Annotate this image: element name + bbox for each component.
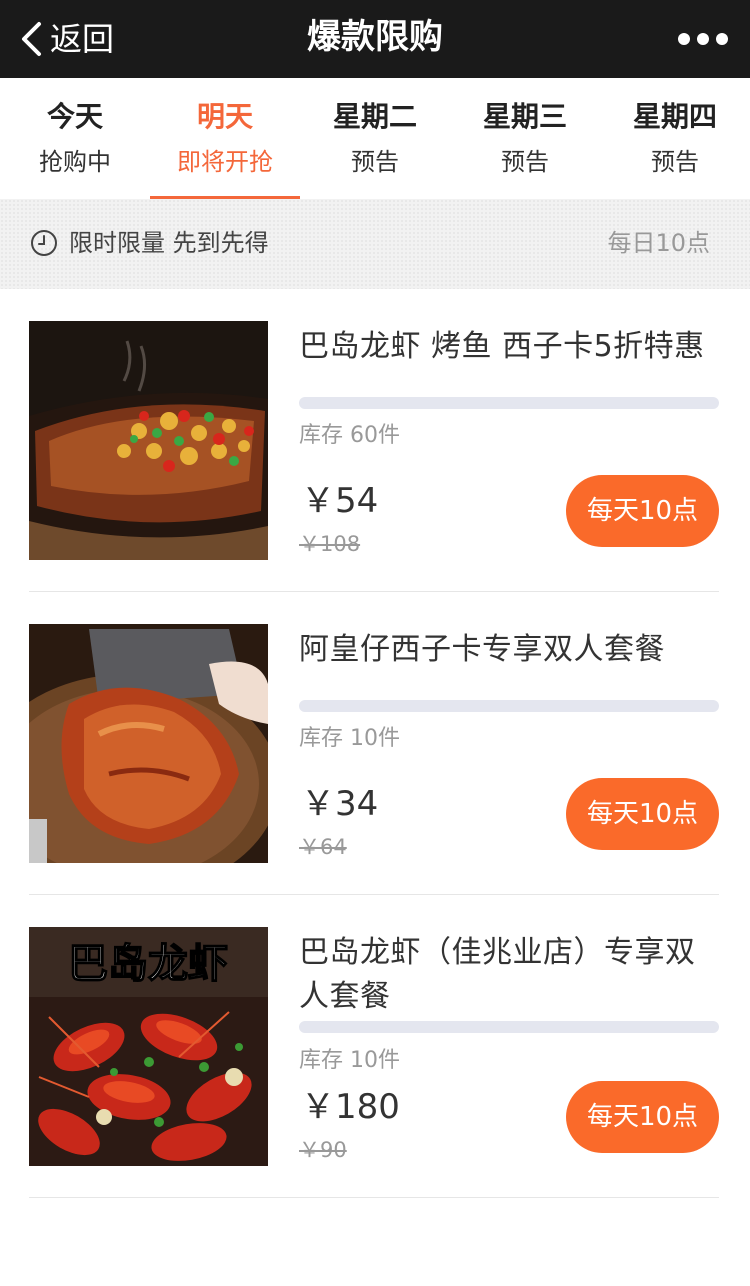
photo-caption: 巴岛龙虾 [68,941,228,987]
tab-today[interactable]: 今天 抢购中 [0,78,150,199]
grilled-fish-photo [29,321,268,560]
dot [697,33,709,45]
tab-day-label: 星期二 [332,100,417,133]
tab-day-label: 星期四 [632,100,717,133]
tab-status-label: 预告 [501,148,549,176]
dot [678,33,690,45]
product-name: 巴岛龙虾 烤鱼 西子卡5折特惠 [299,329,705,364]
stock-progress-bar [299,700,719,712]
buy-button[interactable]: 每天10点 [566,475,719,547]
tab-status-label: 抢购中 [39,148,111,176]
stock-label: 库存 60件 [299,423,400,448]
product-item-roast-goose[interactable]: 阿皇仔西子卡专享双人套餐 库存 10件 ￥34 ￥64 每天10点 [0,592,750,895]
tab-tomorrow[interactable]: 明天 即将开抢 [150,78,300,199]
back-button[interactable]: 返回 [18,14,114,64]
crayfish-photo: 巴岛龙虾 [29,927,268,1166]
navigation-bar: 返回 爆款限购 [0,0,750,78]
tab-status-label: 即将开抢 [177,148,273,176]
original-price: ￥108 [299,532,361,556]
notice-text: 限时限量 先到先得 [69,229,269,257]
buy-button[interactable]: 每天10点 [566,1081,719,1153]
product-item-crayfish[interactable]: 巴岛龙虾 巴岛龙虾（佳兆业店）专享双人套餐 库存 10件 ￥180 ￥90 每天… [0,895,750,1198]
tab-wednesday[interactable]: 星期三 预告 [450,78,600,199]
product-name: 巴岛龙虾（佳兆业店）专享双人套餐 [299,935,696,1014]
product-list: 巴岛龙虾 烤鱼 西子卡5折特惠 库存 60件 ￥54 ￥108 每天10点 阿皇… [0,289,750,1286]
stock-label: 库存 10件 [299,1048,400,1073]
more-dots-icon[interactable] [678,24,728,54]
roast-goose-photo [29,624,268,863]
stock-progress-bar [299,1021,719,1033]
back-label: 返回 [50,20,115,58]
sale-price: ￥180 [301,1087,400,1127]
day-tabs: 今天 抢购中 明天 即将开抢 星期二 预告 星期三 预告 星期四 预告 [0,78,750,199]
stock-progress-bar [299,397,719,409]
divider [29,1197,719,1198]
sale-price: ￥54 [301,481,379,521]
tab-tuesday[interactable]: 星期二 预告 [300,78,450,199]
tab-day-label: 星期三 [482,100,567,133]
tab-day-label: 明天 [196,100,253,133]
tab-status-label: 预告 [651,148,699,176]
buy-button[interactable]: 每天10点 [566,778,719,850]
product-item-grilled-fish[interactable]: 巴岛龙虾 烤鱼 西子卡5折特惠 库存 60件 ￥54 ￥108 每天10点 [0,289,750,592]
tab-day-label: 今天 [46,100,103,133]
limited-notice: 限时限量 先到先得 每日10点 [0,199,750,289]
original-price: ￥90 [299,1138,347,1162]
original-price: ￥64 [299,835,347,859]
product-name: 阿皇仔西子卡专享双人套餐 [299,632,665,667]
dot [716,33,728,45]
tab-status-label: 预告 [351,148,399,176]
tab-thursday[interactable]: 星期四 预告 [600,78,750,199]
clock-icon [31,230,57,256]
chevron-left-icon [22,22,41,56]
stock-label: 库存 10件 [299,726,400,751]
notice-time: 每日10点 [607,229,710,257]
sale-price: ￥34 [301,784,379,824]
